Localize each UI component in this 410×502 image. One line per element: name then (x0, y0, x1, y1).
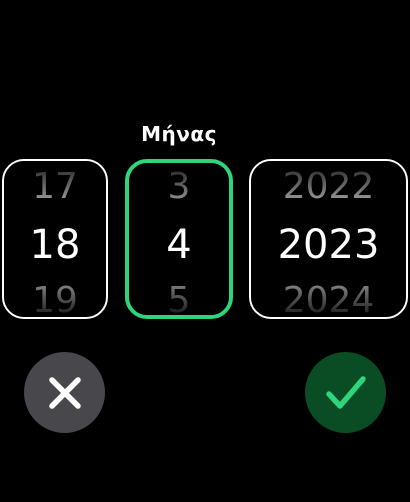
month-current-value: 4 (166, 222, 192, 268)
picker-title: Μήνας (141, 122, 217, 146)
close-icon (48, 376, 81, 409)
year-current-value: 2023 (277, 222, 380, 268)
month-wheel[interactable]: 3 4 5 (125, 159, 233, 319)
month-prev-value: 3 (167, 166, 191, 207)
day-current-value: 18 (29, 222, 81, 268)
cancel-button[interactable] (24, 352, 105, 433)
day-wheel[interactable]: 17 18 19 (2, 159, 108, 319)
year-wheel[interactable]: 2022 2023 2024 (249, 159, 408, 319)
day-prev-value: 17 (32, 166, 78, 207)
day-next-value: 19 (32, 280, 78, 319)
month-next-value: 5 (167, 280, 191, 319)
checkmark-icon (325, 375, 366, 409)
year-next-value: 2024 (282, 280, 375, 319)
confirm-button[interactable] (305, 352, 386, 433)
year-prev-value: 2022 (282, 166, 375, 207)
